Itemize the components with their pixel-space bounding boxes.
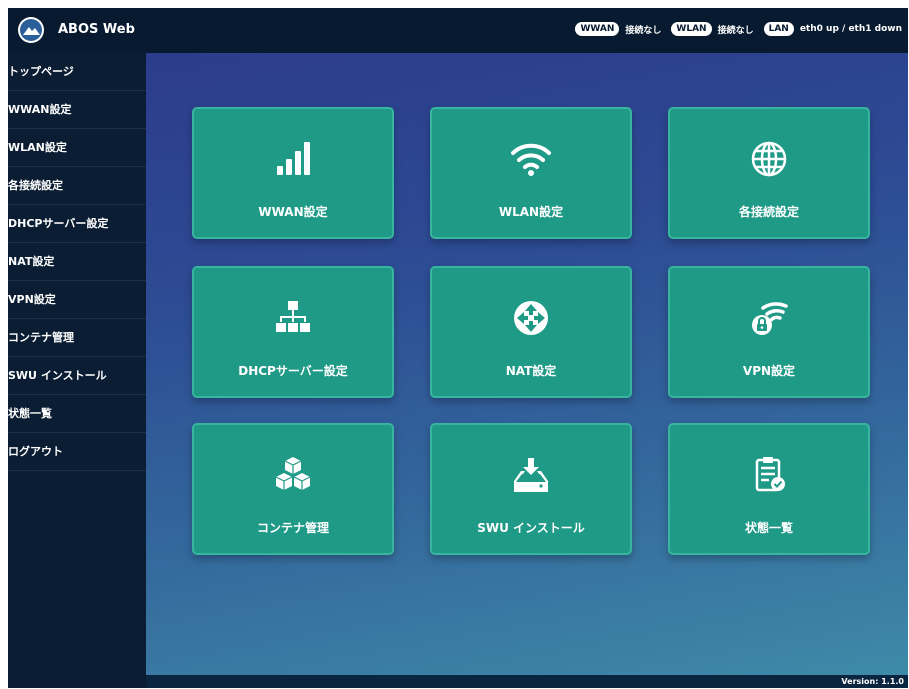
card-containers[interactable]: コンテナ管理 bbox=[192, 423, 394, 555]
sidebar-item-containers[interactable]: コンテナ管理 bbox=[8, 319, 146, 357]
card-vpn[interactable]: VPN設定 bbox=[668, 266, 870, 398]
sidebar-item-wlan[interactable]: WLAN設定 bbox=[8, 129, 146, 167]
sidebar-item-connections[interactable]: 各接続設定 bbox=[8, 167, 146, 205]
card-nat[interactable]: NAT設定 bbox=[430, 266, 632, 398]
card-label: WWAN設定 bbox=[258, 205, 328, 219]
sidebar-item-vpn[interactable]: VPN設定 bbox=[8, 281, 146, 319]
globe-icon bbox=[745, 135, 793, 183]
sidebar-item-wwan[interactable]: WWAN設定 bbox=[8, 91, 146, 129]
card-label: 各接続設定 bbox=[738, 205, 799, 219]
sidebar: トップページ WWAN設定 WLAN設定 各接続設定 DHCPサーバー設定 NA… bbox=[8, 53, 146, 688]
card-wwan[interactable]: WWAN設定 bbox=[192, 107, 394, 239]
router-arrows-icon bbox=[507, 294, 555, 342]
sidebar-item-top-page[interactable]: トップページ bbox=[8, 53, 146, 91]
app-frame: ABOS Web WWAN 接続なし WLAN 接続なし LAN eth0 up… bbox=[8, 8, 908, 688]
card-label: NAT設定 bbox=[505, 364, 557, 378]
clipboard-check-icon bbox=[745, 451, 793, 499]
card-connections[interactable]: 各接続設定 bbox=[668, 107, 870, 239]
card-status-list[interactable]: 状態一覧 bbox=[668, 423, 870, 555]
wwan-status-text: 接続なし bbox=[625, 25, 662, 36]
footer: Version: 1.1.0 bbox=[146, 675, 908, 688]
lan-badge: LAN bbox=[763, 22, 794, 36]
card-swu-install[interactable]: SWU インストール bbox=[430, 423, 632, 555]
lan-status-text: eth0 up / eth1 down bbox=[799, 24, 902, 34]
card-label: DHCPサーバー設定 bbox=[238, 364, 348, 378]
wlan-status-text: 接続なし bbox=[717, 25, 754, 36]
containers-icon bbox=[269, 451, 317, 499]
card-label: WLAN設定 bbox=[498, 205, 564, 219]
download-tray-icon bbox=[507, 451, 555, 499]
wlan-badge: WLAN bbox=[671, 22, 712, 36]
wifi-icon bbox=[507, 135, 555, 183]
sidebar-item-status-list[interactable]: 状態一覧 bbox=[8, 395, 146, 433]
app-title: ABOS Web bbox=[58, 22, 135, 37]
abos-logo-icon bbox=[18, 17, 44, 43]
main-content: WWAN設定 WLAN設定 各接続設定 DHCPサーバー設定 NAT設定 VPN… bbox=[146, 53, 908, 675]
card-dhcp[interactable]: DHCPサーバー設定 bbox=[192, 266, 394, 398]
sidebar-item-swu-install[interactable]: SWU インストール bbox=[8, 357, 146, 395]
version-label: Version: 1.1.0 bbox=[841, 677, 904, 686]
card-label: コンテナ管理 bbox=[256, 521, 329, 535]
sidebar-item-nat[interactable]: NAT設定 bbox=[8, 243, 146, 281]
sidebar-item-dhcp[interactable]: DHCPサーバー設定 bbox=[8, 205, 146, 243]
card-label: 状態一覧 bbox=[744, 521, 793, 535]
card-wlan[interactable]: WLAN設定 bbox=[430, 107, 632, 239]
wwan-badge: WWAN bbox=[575, 22, 620, 36]
network-tree-icon bbox=[269, 294, 317, 342]
wifi-lock-icon bbox=[745, 294, 793, 342]
connection-status: WWAN 接続なし WLAN 接続なし LAN eth0 up / eth1 d… bbox=[575, 22, 902, 36]
sidebar-item-logout[interactable]: ログアウト bbox=[8, 433, 146, 471]
top-bar: ABOS Web WWAN 接続なし WLAN 接続なし LAN eth0 up… bbox=[8, 8, 908, 53]
card-label: SWU インストール bbox=[477, 521, 585, 535]
signal-bars-icon bbox=[269, 135, 317, 183]
card-label: VPN設定 bbox=[742, 364, 796, 378]
